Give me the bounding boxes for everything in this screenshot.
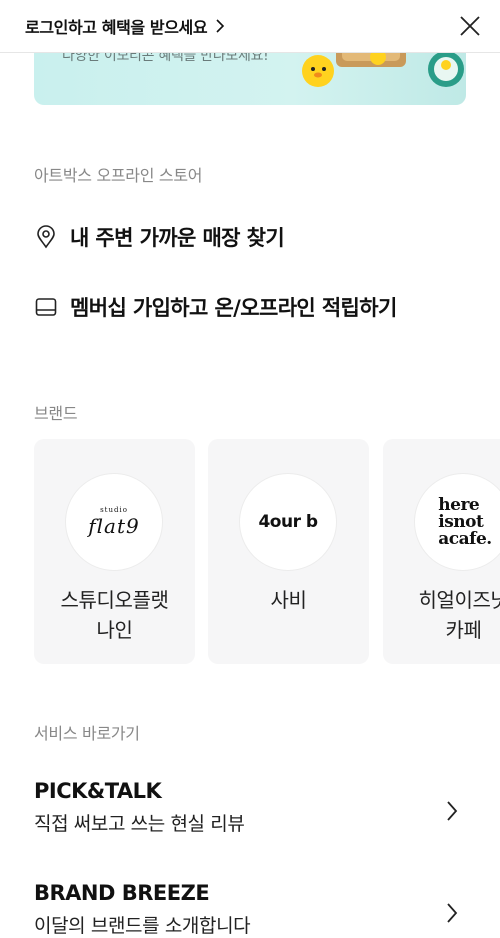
service-title: PICK&TALK <box>34 779 162 803</box>
brand-carousel[interactable]: studio flat9 스튜디오플랫 나인 4our b 사비 here is… <box>34 439 500 664</box>
membership-signup-label: 멤버십 가입하고 온/오프라인 적립하기 <box>70 296 397 320</box>
offline-store-section-title: 아트박스 오프라인 스토어 <box>34 166 203 185</box>
brand-logo-text: flat9 <box>88 514 140 538</box>
chevron-right-icon <box>216 19 225 33</box>
chevron-right-icon <box>447 903 458 923</box>
find-nearby-store-link[interactable]: 내 주변 가까운 매장 찾기 <box>34 222 285 252</box>
brand-logo-small-text: studio <box>100 506 128 514</box>
brand-card-studio-flat9[interactable]: studio flat9 스튜디오플랫 나인 <box>34 439 195 664</box>
brand-logo: here isnot acafe. <box>414 473 500 571</box>
brand-name: 사비 <box>270 588 307 612</box>
brand-name: 히얼이즈낫 카페 <box>418 588 500 642</box>
brand-card-sabi[interactable]: 4our b 사비 <box>208 439 369 664</box>
service-subtitle: 이달의 브랜드를 소개합니다 <box>34 915 251 937</box>
login-label: 로그인하고 혜택을 받으세요 <box>25 18 208 37</box>
find-nearby-store-label: 내 주변 가까운 매장 찾기 <box>70 226 285 250</box>
service-pick-and-talk[interactable]: PICK&TALK 직접 써보고 쓰는 현실 리뷰 <box>34 779 466 836</box>
promo-banner[interactable]: 다양한 이모티콘 혜택을 만나보세요! <box>34 53 466 105</box>
service-title: BRAND BREEZE <box>34 881 210 905</box>
brand-logo-line: acafe. <box>438 528 492 549</box>
brand-name: 스튜디오플랫 나인 <box>60 588 169 642</box>
membership-card-icon <box>35 298 57 316</box>
top-bar: 로그인하고 혜택을 받으세요 <box>0 0 500 53</box>
brand-logo-line: here <box>438 494 480 515</box>
brand-logo-text: 4our b <box>258 512 318 532</box>
location-pin-icon <box>37 225 55 249</box>
service-brand-breeze[interactable]: BRAND BREEZE 이달의 브랜드를 소개합니다 <box>34 881 466 938</box>
brand-logo: studio flat9 <box>65 473 163 571</box>
chevron-right-icon <box>447 801 458 821</box>
close-icon[interactable] <box>458 14 482 38</box>
brand-section-title: 브랜드 <box>34 404 78 423</box>
banner-text: 다양한 이모티콘 혜택을 만나보세요! <box>62 53 269 64</box>
membership-signup-link[interactable]: 멤버십 가입하고 온/오프라인 적립하기 <box>34 292 397 322</box>
service-subtitle: 직접 써보고 쓰는 현실 리뷰 <box>34 813 245 835</box>
brand-logo-line: isnot <box>438 511 484 532</box>
banner-character-image <box>302 53 464 87</box>
login-link[interactable]: 로그인하고 혜택을 받으세요 <box>25 14 227 38</box>
service-section-title: 서비스 바로가기 <box>34 724 140 743</box>
brand-logo: 4our b <box>239 473 337 571</box>
brand-card-here-is-not-a-cafe[interactable]: here isnot acafe. 히얼이즈낫 카페 <box>383 439 500 664</box>
